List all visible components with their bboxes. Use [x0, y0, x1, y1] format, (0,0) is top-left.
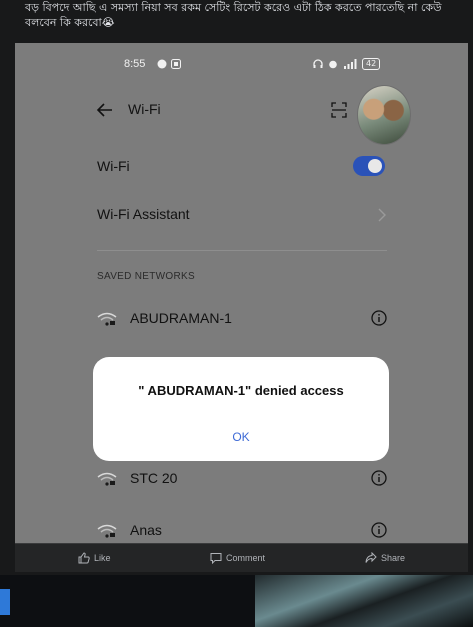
comment-button[interactable]: Comment — [210, 552, 265, 564]
headset-icon — [313, 59, 323, 68]
network-name: Anas — [130, 522, 162, 538]
post-photo[interactable]: 8:55 42 Wi-Fi Wi-Fi Wi-Fi Assistant SAVE… — [15, 43, 468, 543]
info-icon[interactable] — [371, 310, 387, 326]
info-icon[interactable] — [371, 470, 387, 486]
wifi-toggle[interactable] — [353, 156, 385, 176]
network-name: ABUDRAMAN-1 — [130, 310, 232, 326]
back-arrow-icon[interactable] — [95, 100, 115, 120]
section-divider — [97, 250, 387, 251]
wifi-lock-icon — [97, 524, 117, 538]
next-post-thumbnail-edge — [0, 589, 10, 615]
like-button[interactable]: Like — [78, 552, 111, 564]
dialog-message: " ABUDRAMAN-1" denied access — [138, 383, 344, 398]
post-caption: বড় বিপদে আছি এ সমস্যা নিয়া সব রকম সেটি… — [25, 0, 455, 30]
thumbs-up-icon — [78, 552, 90, 564]
post-caption-text: বড় বিপদে আছি এ সমস্যা নিয়া সব রকম সেটি… — [25, 1, 442, 29]
chevron-right-icon — [378, 208, 386, 222]
message-bubble-icon — [157, 59, 167, 69]
qr-scan-icon[interactable] — [331, 102, 347, 118]
wifi-lock-icon — [97, 312, 117, 326]
like-label: Like — [94, 553, 111, 563]
status-system-icons: 42 — [313, 58, 381, 70]
comment-label: Comment — [226, 553, 266, 563]
post-action-bar: Like Comment Share — [15, 543, 468, 572]
page-title: Wi-Fi — [128, 101, 161, 117]
toggle-knob — [368, 159, 382, 173]
access-denied-dialog: " ABUDRAMAN-1" denied access OK — [93, 357, 389, 461]
status-notification-icons — [157, 59, 181, 69]
wifi-header: Wi-Fi — [95, 100, 468, 124]
dialog-ok-button[interactable]: OK — [93, 430, 389, 444]
battery-indicator: 42 — [362, 58, 381, 70]
status-time: 8:55 — [124, 58, 146, 70]
share-button[interactable]: Share — [365, 552, 405, 564]
next-post-preview — [0, 575, 473, 627]
next-post-image — [255, 575, 473, 627]
network-item[interactable]: Anas — [97, 520, 387, 542]
app-notification-icon — [171, 59, 181, 69]
comment-bubble-icon — [210, 553, 222, 564]
alarm-icon — [329, 60, 337, 69]
wifi-assistant-item[interactable]: Wi-Fi Assistant — [97, 206, 190, 222]
network-item[interactable]: ABUDRAMAN-1 — [97, 308, 387, 330]
status-bar: 8:55 42 — [15, 57, 468, 73]
share-arrow-icon — [365, 552, 377, 563]
profile-photo-avatar — [357, 85, 411, 145]
network-item[interactable]: STC 20 — [97, 468, 387, 490]
signal-icon — [344, 59, 357, 69]
saved-networks-heading: SAVED NETWORKS — [97, 271, 195, 282]
share-label: Share — [381, 553, 406, 563]
wifi-lock-icon — [97, 472, 117, 486]
wifi-toggle-label: Wi-Fi — [97, 158, 130, 174]
info-icon[interactable] — [371, 522, 387, 538]
network-name: STC 20 — [130, 470, 178, 486]
